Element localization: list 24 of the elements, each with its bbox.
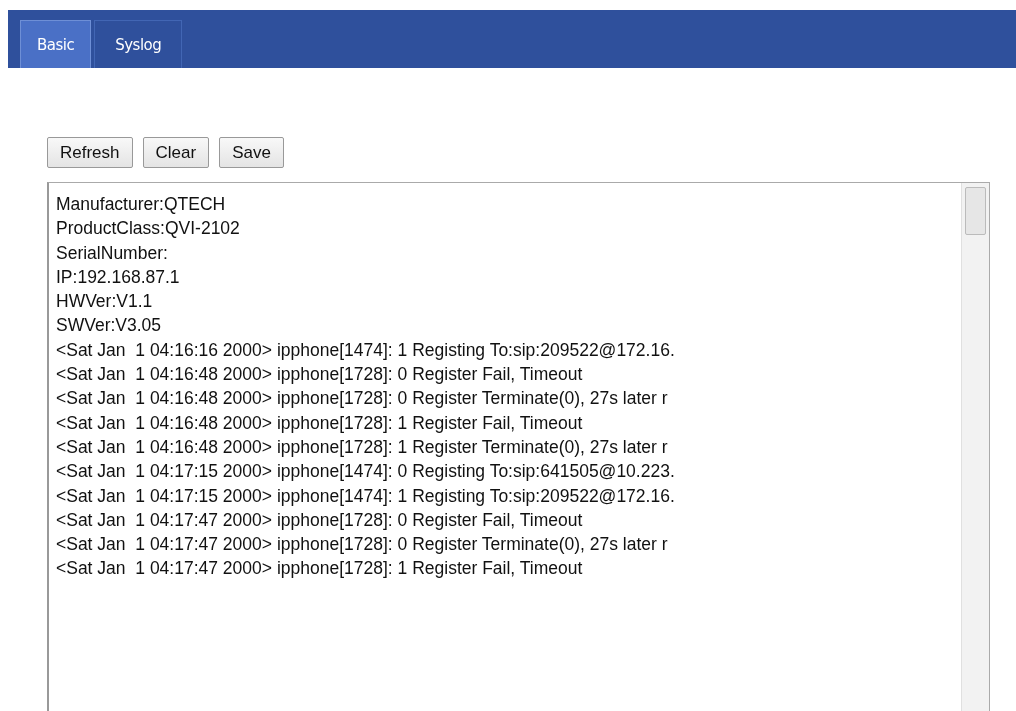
log-line: <Sat Jan 1 04:16:48 2000> ipphone[1728]: 0 Register Fail, Timeout [56,363,584,387]
scrollbar-thumb[interactable] [965,187,986,235]
tab[interactable]: Syslog [94,20,183,68]
action-button[interactable]: Save [219,137,284,168]
log-line: ProductClass:QVI-2102 [56,217,241,241]
log-line: <Sat Jan 1 04:16:48 2000> ipphone[1728]: 0 Register Terminate(0), 27s later r [56,387,669,411]
log-line: HWVer:V1.1 [56,290,154,314]
log-line: Manufacturer:QTECH [56,193,227,216]
log-line: <Sat Jan 1 04:17:47 2000> ipphone[1728]: 1 Register Fail, Timeout [56,557,584,581]
log-line: <Sat Jan 1 04:16:48 2000> ipphone[1728]: 1 Register Terminate(0), 27s later r [56,435,669,459]
log-line: SerialNumber: [56,241,169,265]
log-line: <Sat Jan 1 04:17:15 2000> ipphone[1474]: 0 Registing To:sip:641505@10.223. [56,460,676,484]
log-line: <Sat Jan 1 04:16:48 2000> ipphone[1728]: 1 Register Fail, Timeout [56,411,584,435]
log-line: <Sat Jan 1 04:17:15 2000> ipphone[1474]: 1 Registing To:sip:209522@172.16. [56,484,676,508]
log-line: IP:192.168.87.1 [56,265,181,289]
log-line: <Sat Jan 1 04:17:47 2000> ipphone[1728]: 0 Register Fail, Timeout [56,508,584,532]
log-line: <Sat Jan 1 04:16:16 2000> ipphone[1474]: 1 Registing To:sip:209522@172.16. [56,338,676,362]
tab[interactable]: Basic [20,20,92,68]
action-button[interactable]: Refresh [47,137,133,168]
action-button[interactable]: Clear [142,137,210,168]
scrollbar[interactable] [961,183,989,711]
log-line: SWVer:V3.05 [56,314,163,338]
log-line: <Sat Jan 1 04:17:47 2000> ipphone[1728]: 0 Register Terminate(0), 27s later r [56,533,669,557]
log-text-area[interactable] [47,182,990,711]
